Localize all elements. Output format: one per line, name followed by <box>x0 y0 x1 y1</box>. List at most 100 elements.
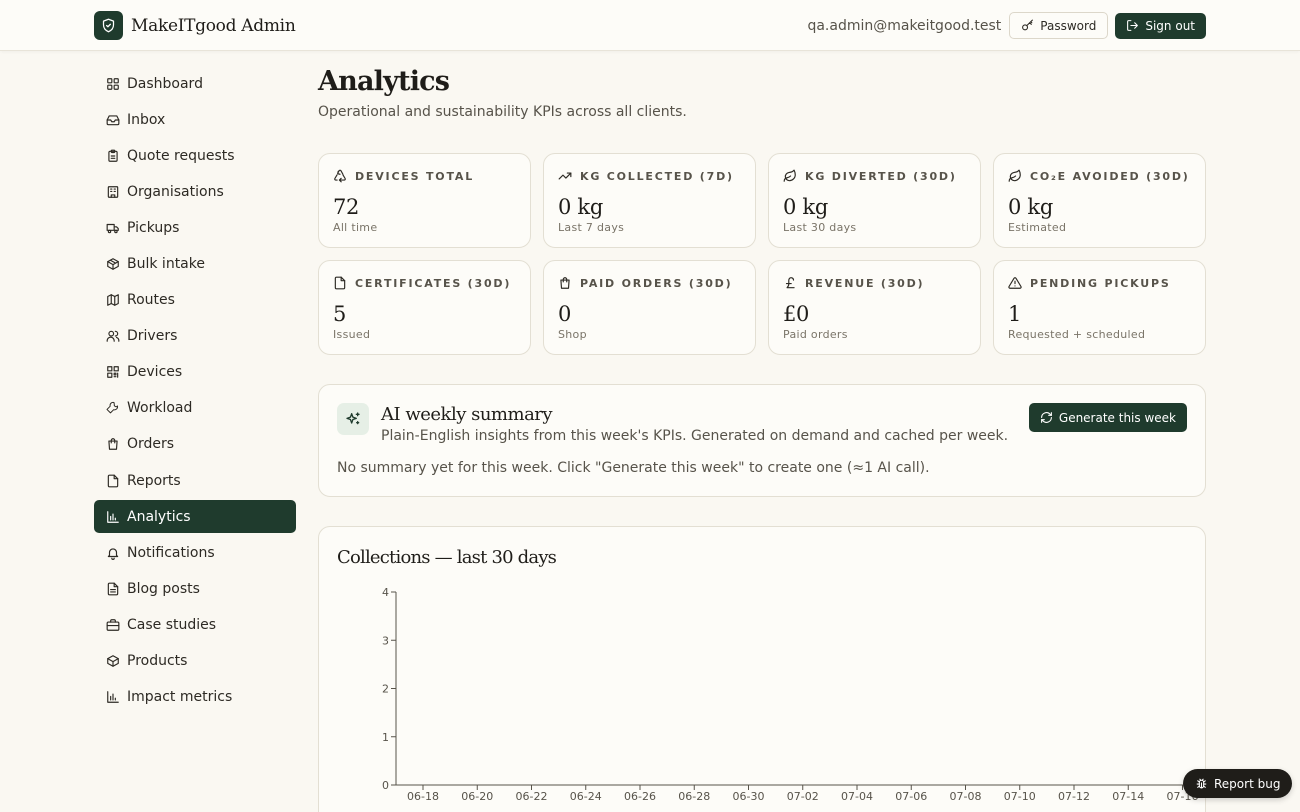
x-tick-label: 07-06 <box>895 790 927 803</box>
kpi-label: KG DIVERTED (30D) <box>805 169 957 183</box>
sidebar-item-analytics[interactable]: Analytics <box>94 500 296 534</box>
kpi-grid: DEVICES TOTAL 72 All time KG COLLECTED (7D)… <box>318 153 1206 355</box>
x-tick-label: 06-28 <box>678 790 710 803</box>
y-tick-label: 1 <box>382 731 389 744</box>
sidebar-item-dashboard[interactable]: Dashboard <box>94 67 296 100</box>
sidebar-item-label: Blog posts <box>127 580 200 597</box>
log-out-icon <box>1127 20 1139 31</box>
sidebar-item-label: Devices <box>127 364 183 381</box>
kpi-caption: Estimated <box>1008 221 1067 234</box>
bar-chart-icon <box>105 509 120 524</box>
sidebar-item-label: Orders <box>127 436 175 453</box>
kpi-value: £0 <box>783 302 810 326</box>
brand[interactable]: MakeITgood Admin <box>94 11 296 40</box>
kpi-caption: Issued <box>333 328 371 341</box>
ai-summary-empty: No summary yet for this week. Click "Gen… <box>337 460 930 476</box>
x-tick-label: 07-04 <box>841 790 873 803</box>
sidebar-item-routes[interactable]: Routes <box>94 284 296 317</box>
truck-icon <box>105 220 120 235</box>
sidebar-item-workload[interactable]: Workload <box>94 392 296 425</box>
sidebar-item-label: Bulk intake <box>127 255 205 272</box>
sign-out-button[interactable]: Sign out <box>1115 12 1206 39</box>
sidebar: Dashboard Inbox Quote requests Organisation… <box>94 67 296 717</box>
file-icon <box>105 473 120 488</box>
sidebar-item-quote-requests[interactable]: Quote requests <box>94 139 296 172</box>
package-icon <box>105 256 120 271</box>
kpi-caption: Last 30 days <box>783 221 857 234</box>
x-tick-label: 07-12 <box>1058 790 1090 803</box>
dashboard-icon <box>105 76 120 91</box>
collections-chart: 0 1 2 3 4 06-18 06-20 06-22 06-24 06-26 06-28 06-30… <box>382 586 1205 803</box>
password-button[interactable]: Password <box>1009 12 1109 39</box>
box-icon <box>105 654 120 669</box>
shopping-bag-icon <box>105 437 120 452</box>
file-icon <box>333 276 355 290</box>
kpi-card: CO₂E AVOIDED (30D) 0 kg Estimated <box>993 153 1206 248</box>
kpi-caption: Last 7 days <box>558 221 625 234</box>
kpi-label: CERTIFICATES (30D) <box>355 276 512 290</box>
sidebar-item-label: Reports <box>127 472 181 489</box>
kpi-label: PENDING PICKUPS <box>1030 276 1171 290</box>
alert-triangle-icon <box>1008 276 1030 290</box>
generate-summary-button[interactable]: Generate this week <box>1028 403 1187 432</box>
kpi-label: REVENUE (30D) <box>805 276 925 290</box>
kpi-label: KG COLLECTED (7D) <box>580 169 734 183</box>
sidebar-item-label: Notifications <box>127 544 215 561</box>
x-tick-label: 07-02 <box>787 790 819 803</box>
sidebar-item-case-studies[interactable]: Case studies <box>94 608 296 641</box>
kpi-value: 0 kg <box>1008 195 1054 219</box>
y-tick-label: 4 <box>382 586 389 599</box>
kpi-caption: All time <box>333 221 378 234</box>
kpi-card: PAID ORDERS (30D) 0 Shop <box>543 260 756 355</box>
sidebar-item-devices[interactable]: Devices <box>94 356 296 389</box>
sidebar-item-bulk-intake[interactable]: Bulk intake <box>94 247 296 280</box>
sidebar-item-notifications[interactable]: Notifications <box>94 536 296 569</box>
kpi-label: PAID ORDERS (30D) <box>580 276 733 290</box>
kpi-card: CERTIFICATES (30D) 5 Issued <box>318 260 531 355</box>
sidebar-item-products[interactable]: Products <box>94 645 296 678</box>
sidebar-item-pickups[interactable]: Pickups <box>94 211 296 244</box>
kpi-card: KG DIVERTED (30D) 0 kg Last 30 days <box>768 153 981 248</box>
users-icon <box>105 329 120 344</box>
x-tick-label: 06-26 <box>624 790 656 803</box>
password-label: Password <box>1040 18 1097 33</box>
x-tick-label: 07-14 <box>1112 790 1144 803</box>
sidebar-item-drivers[interactable]: Drivers <box>94 320 296 353</box>
map-icon <box>105 293 120 308</box>
bell-icon <box>105 545 120 560</box>
kpi-value: 72 <box>333 195 360 219</box>
sidebar-item-blog-posts[interactable]: Blog posts <box>94 572 296 605</box>
sidebar-item-orders[interactable]: Orders <box>94 428 296 461</box>
y-tick-label: 3 <box>382 634 389 647</box>
sign-out-label: Sign out <box>1145 18 1195 33</box>
bug-icon <box>1196 778 1207 789</box>
briefcase-icon <box>105 617 120 632</box>
kpi-card: REVENUE (30D) £0 Paid orders <box>768 260 981 355</box>
kpi-value: 0 kg <box>783 195 829 219</box>
report-bug-button[interactable]: Report bug <box>1183 769 1293 798</box>
brand-name: MakeITgood Admin <box>131 15 296 36</box>
sidebar-item-impact-metrics[interactable]: Impact metrics <box>94 681 296 714</box>
x-tick-label: 06-24 <box>570 790 602 803</box>
y-tick-label: 0 <box>382 779 389 792</box>
sidebar-item-reports[interactable]: Reports <box>94 464 296 497</box>
kpi-value: 5 <box>333 302 347 326</box>
sidebar-item-label: Case studies <box>127 616 217 633</box>
qr-icon <box>105 365 120 380</box>
kpi-caption: Requested + scheduled <box>1008 328 1146 341</box>
trending-up-icon <box>558 169 580 183</box>
sidebar-item-label: Drivers <box>127 328 178 345</box>
sidebar-item-label: Inbox <box>127 111 166 128</box>
page-subtitle: Operational and sustainability KPIs acro… <box>318 104 687 120</box>
sidebar-item-organisations[interactable]: Organisations <box>94 175 296 208</box>
kpi-caption: Shop <box>558 328 587 341</box>
sidebar-item-inbox[interactable]: Inbox <box>94 103 296 136</box>
sidebar-item-label: Quote requests <box>127 147 235 164</box>
x-tick-label: 06-22 <box>516 790 548 803</box>
ai-summary-subtitle: Plain-English insights from this week's … <box>381 428 1009 444</box>
x-tick-label: 06-18 <box>407 790 439 803</box>
sidebar-item-label: Products <box>127 653 188 669</box>
inbox-icon <box>105 112 120 127</box>
sidebar-item-label: Routes <box>127 292 175 309</box>
recycle-icon <box>333 169 355 183</box>
